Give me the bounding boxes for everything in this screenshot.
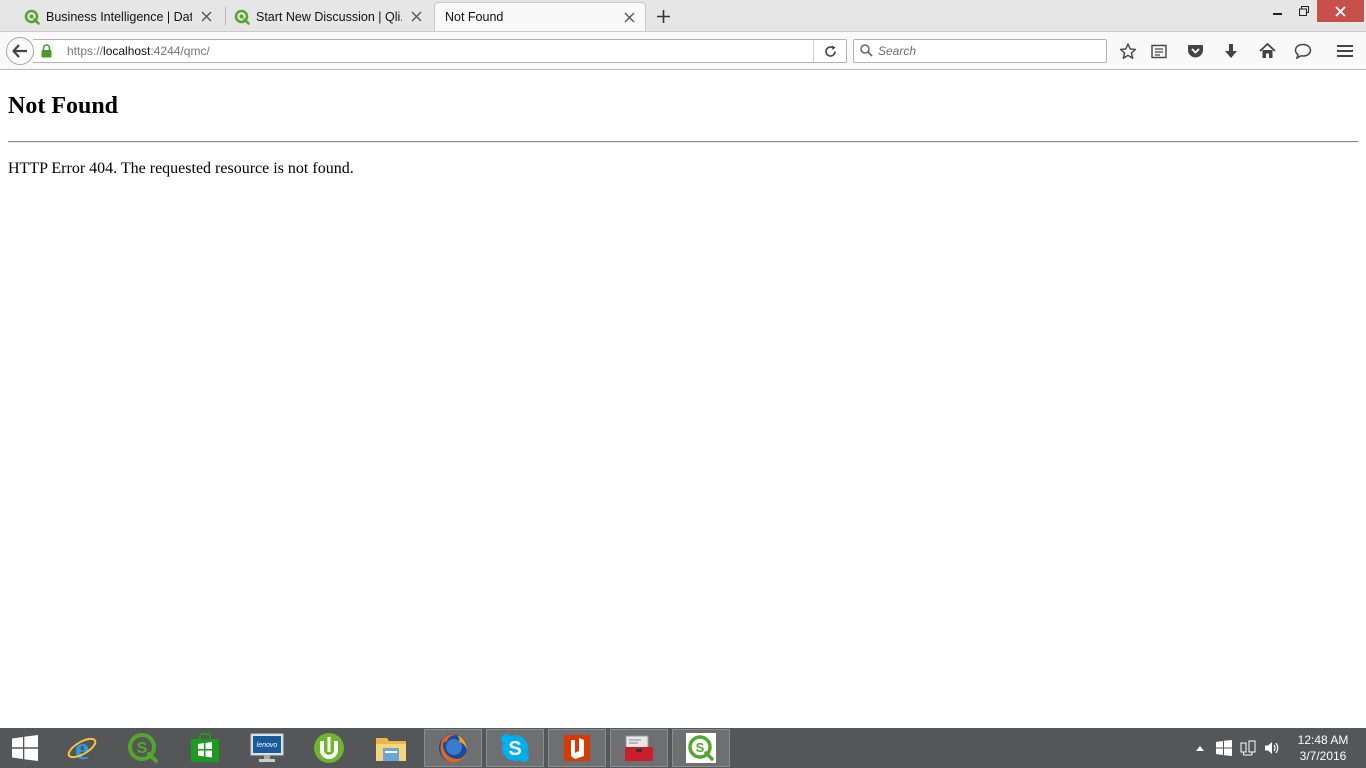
clock-time: 12:48 AM <box>1297 733 1349 747</box>
svg-text:S: S <box>696 740 705 755</box>
reload-button[interactable] <box>813 40 846 62</box>
tab-title: Not Found <box>445 10 504 24</box>
back-button[interactable] <box>6 37 34 65</box>
bookmark-button[interactable] <box>1116 40 1140 62</box>
svg-text:S: S <box>508 738 521 760</box>
tab-strip: Business Intelligence | Dat... Start New… <box>0 0 1366 31</box>
tab-start-new-discussion[interactable]: Start New Discussion | Qli... <box>210 2 432 31</box>
show-hidden-icons-icon <box>1196 746 1204 751</box>
pocket-icon <box>1187 44 1203 57</box>
internet-explorer-icon: e <box>67 732 97 764</box>
skype-icon: S <box>501 734 529 762</box>
start-icon <box>12 735 38 761</box>
close-icon <box>1335 5 1346 17</box>
reload-icon <box>824 45 836 57</box>
office-icon <box>564 735 590 761</box>
qlik-sense-desktop-taskbar[interactable]: S <box>672 729 730 767</box>
url-path: :4244/qmc/ <box>150 44 210 58</box>
search-icon <box>860 44 873 57</box>
navigation-toolbar: https://localhost:4244/qmc/ <box>0 31 1366 70</box>
downloads-button[interactable] <box>1219 40 1243 62</box>
utorrent-taskbar[interactable] <box>300 729 358 767</box>
url-text[interactable]: https://localhost:4244/qmc/ <box>67 44 210 58</box>
file-explorer-taskbar[interactable] <box>362 729 420 767</box>
windows-store-taskbar[interactable] <box>176 729 234 767</box>
search-bar[interactable] <box>853 39 1107 63</box>
qlik-sense-icon: S <box>128 733 158 763</box>
action-center-button[interactable] <box>1213 728 1235 768</box>
lenovo-taskbar[interactable]: lenovo <box>238 729 296 767</box>
show-hidden-icons-button[interactable] <box>1192 728 1208 768</box>
qlik-icon <box>234 9 250 25</box>
url-scheme: https:// <box>67 44 104 58</box>
address-bar[interactable]: https://localhost:4244/qmc/ <box>33 39 847 63</box>
office-taskbar[interactable] <box>548 729 606 767</box>
qlik-sense-desktop-icon: S <box>686 733 716 763</box>
plus-icon <box>656 9 670 23</box>
firefox-taskbar[interactable] <box>424 729 482 767</box>
clock-date: 3/7/2016 <box>1299 749 1347 763</box>
utorrent-icon <box>314 733 344 763</box>
tab-not-found[interactable]: Not Found <box>434 2 646 31</box>
qlik-sense-taskbar[interactable]: S <box>114 729 172 767</box>
tab-title: Start New Discussion | Qli... <box>256 9 402 24</box>
back-arrow-icon <box>12 44 27 58</box>
divider <box>8 141 1358 143</box>
action-center-icon <box>1216 740 1232 756</box>
qlik-icon <box>24 9 40 25</box>
reading-list-icon <box>1151 44 1167 58</box>
error-message: HTTP Error 404. The requested resource i… <box>8 160 354 177</box>
download-icon <box>1225 44 1237 58</box>
chat-button[interactable] <box>1291 40 1315 62</box>
skype-taskbar[interactable]: S <box>486 729 544 767</box>
tab-business-intelligence[interactable]: Business Intelligence | Dat... <box>0 2 222 31</box>
lock-icon[interactable] <box>41 44 52 58</box>
svg-text:lenovo: lenovo <box>257 742 278 749</box>
url-host: localhost <box>103 44 151 58</box>
page-heading: Not Found <box>8 93 119 119</box>
toolbox-icon <box>625 735 653 761</box>
start-button[interactable] <box>0 729 50 767</box>
windows-store-icon <box>191 733 219 762</box>
internet-explorer-taskbar[interactable]: e <box>53 729 111 767</box>
system-clock[interactable]: 12:48 AM 3/7/2016 <box>1286 732 1360 764</box>
menu-icon <box>1337 45 1353 57</box>
chat-icon <box>1294 43 1312 59</box>
page-content: Not Found HTTP Error 404. The requested … <box>0 71 1366 728</box>
reading-list-button[interactable] <box>1147 40 1171 62</box>
taskbar: e S lenovo S S 12:48 AM 3/7/2016 <box>0 728 1366 768</box>
svg-text:e: e <box>75 732 89 764</box>
firefox-icon <box>439 734 467 763</box>
toolbox-taskbar[interactable] <box>610 729 668 767</box>
home-icon <box>1258 43 1276 58</box>
network-button[interactable] <box>1237 728 1259 768</box>
restore-button[interactable] <box>1289 0 1319 22</box>
network-icon <box>1240 740 1256 756</box>
volume-button[interactable] <box>1261 728 1283 768</box>
close-window-button[interactable] <box>1317 0 1364 22</box>
lenovo-icon: lenovo <box>250 733 284 762</box>
svg-text:S: S <box>137 740 148 757</box>
menu-button[interactable] <box>1333 40 1357 62</box>
volume-icon <box>1265 742 1279 754</box>
file-explorer-icon <box>376 738 406 761</box>
home-button[interactable] <box>1255 40 1279 62</box>
tab-title: Business Intelligence | Dat... <box>46 9 192 24</box>
bookmark-star-icon <box>1119 42 1137 59</box>
close-tab-icon[interactable] <box>621 9 637 25</box>
pocket-button[interactable] <box>1183 40 1207 62</box>
close-tab-icon[interactable] <box>408 9 424 25</box>
restore-icon <box>1299 6 1309 16</box>
new-tab-button[interactable] <box>652 5 674 27</box>
minimize-icon <box>1273 13 1282 15</box>
search-input[interactable] <box>878 43 1098 59</box>
